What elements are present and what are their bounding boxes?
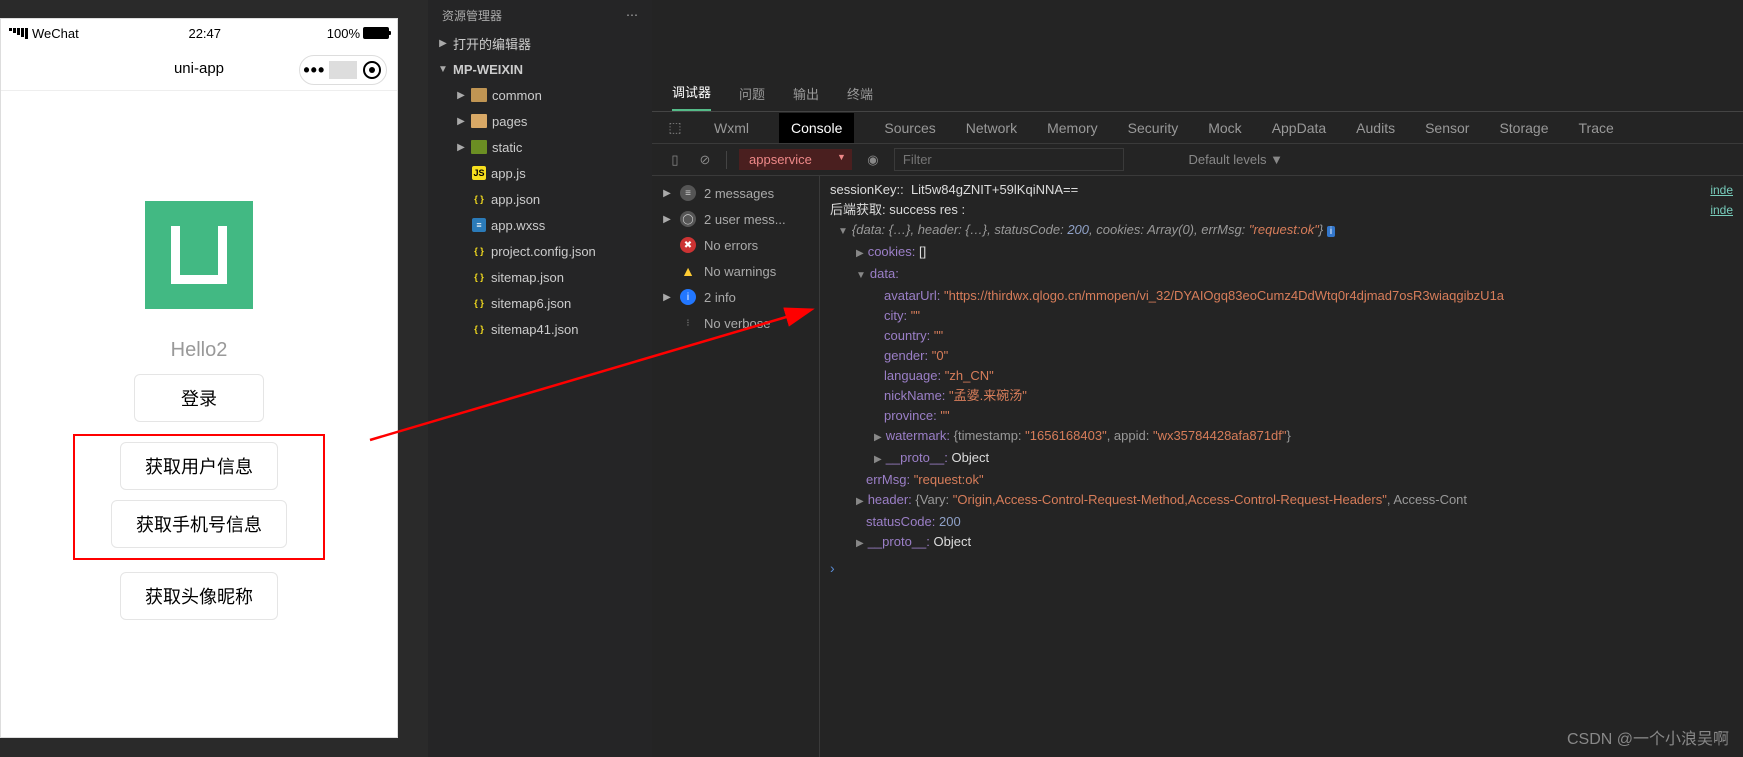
app-logo bbox=[145, 201, 253, 309]
source-link[interactable]: inde bbox=[1710, 180, 1733, 200]
sub-tab[interactable]: AppData bbox=[1272, 120, 1326, 136]
sidebar-toggle-icon[interactable]: ▯ bbox=[666, 151, 684, 169]
sub-tab[interactable]: Audits bbox=[1356, 120, 1395, 136]
sub-tab[interactable]: Sources bbox=[884, 120, 935, 136]
phone-simulator: WeChat 22:47 100% uni-app ••• Hello2 登录 … bbox=[0, 18, 398, 738]
console-prompt[interactable]: › bbox=[820, 554, 1743, 582]
carrier-label: WeChat bbox=[32, 26, 79, 41]
tree-item[interactable]: JSapp.js bbox=[428, 160, 652, 186]
filter-row[interactable]: ✖No errors bbox=[652, 232, 819, 258]
filter-row[interactable]: ▶≡2 messages bbox=[652, 180, 819, 206]
close-target-icon[interactable] bbox=[357, 61, 386, 79]
page-title: uni-app bbox=[174, 60, 224, 77]
filter-row[interactable]: ▶i2 info bbox=[652, 284, 819, 310]
get-phone-button[interactable]: 获取手机号信息 bbox=[111, 500, 287, 548]
tree-item[interactable]: ▶common bbox=[428, 82, 652, 108]
console-output[interactable]: sessionKey:: Lit5w84gZNIT+59lKqiNNA==ind… bbox=[820, 176, 1743, 757]
nav-bar: uni-app ••• bbox=[1, 47, 397, 91]
sub-tab[interactable]: Trace bbox=[1579, 120, 1614, 136]
source-link[interactable]: inde bbox=[1710, 200, 1733, 220]
filter-row[interactable]: ⁝No verbose bbox=[652, 310, 819, 336]
watermark: CSDN @一个小浪吴啊 bbox=[1567, 725, 1729, 749]
sub-tab[interactable]: Network bbox=[966, 120, 1017, 136]
tree-item[interactable]: { }project.config.json bbox=[428, 238, 652, 264]
sub-tab[interactable]: Storage bbox=[1499, 120, 1548, 136]
devtools-panel: 调试器 问题 输出 终端 ⬚ Wxml Console Sources Network Mem… bbox=[652, 0, 1743, 757]
clock-label: 22:47 bbox=[188, 26, 221, 41]
filter-row[interactable]: ▲No warnings bbox=[652, 258, 819, 284]
login-button[interactable]: 登录 bbox=[134, 374, 264, 422]
tree-item[interactable]: ▶pages bbox=[428, 108, 652, 134]
sub-tabs: ⬚ Wxml Console Sources Network Memory Securit… bbox=[652, 112, 1743, 144]
get-avatar-button[interactable]: 获取头像昵称 bbox=[120, 572, 278, 620]
sub-tab[interactable]: Mock bbox=[1208, 120, 1241, 136]
tree-item[interactable]: { }sitemap.json bbox=[428, 264, 652, 290]
sub-tab[interactable]: Memory bbox=[1047, 120, 1098, 136]
console-sidebar: ▶≡2 messages▶◯2 user mess...✖No errors▲N… bbox=[652, 176, 820, 757]
explorer-more-icon[interactable]: ⋯ bbox=[626, 8, 638, 22]
top-tab[interactable]: 问题 bbox=[739, 84, 765, 111]
inspect-icon[interactable]: ⬚ bbox=[666, 119, 684, 137]
eye-icon[interactable]: ◉ bbox=[864, 151, 882, 169]
context-select[interactable]: appservice bbox=[739, 149, 852, 170]
tree-item[interactable]: ▶static bbox=[428, 134, 652, 160]
capsule[interactable]: ••• bbox=[299, 55, 387, 85]
explorer-panel: 资源管理器 ⋯ ▶打开的编辑器 ▼MP-WEIXIN ▶common▶pages▶… bbox=[428, 0, 652, 757]
top-tab[interactable]: 调试器 bbox=[672, 82, 711, 111]
status-bar: WeChat 22:47 100% bbox=[1, 19, 397, 47]
signal-icon bbox=[9, 28, 28, 39]
sub-tab[interactable]: Sensor bbox=[1425, 120, 1469, 136]
tree-item[interactable]: { }sitemap41.json bbox=[428, 316, 652, 342]
sub-tab[interactable]: Console bbox=[779, 113, 854, 143]
tree-item[interactable]: { }app.json bbox=[428, 186, 652, 212]
project-root[interactable]: ▼MP-WEIXIN bbox=[428, 56, 652, 82]
top-tabs: 调试器 问题 输出 终端 bbox=[652, 76, 1743, 112]
filter-input[interactable] bbox=[894, 148, 1124, 171]
clear-icon[interactable]: ⊘ bbox=[696, 151, 714, 169]
annotation-box: 获取用户信息 获取手机号信息 bbox=[73, 434, 325, 560]
hello-label: Hello2 bbox=[1, 339, 397, 362]
console-toolbar: ▯ ⊘ appservice ◉ Default levels ▼ bbox=[652, 144, 1743, 176]
sub-tab[interactable]: Wxml bbox=[714, 120, 749, 136]
explorer-title: 资源管理器 bbox=[442, 7, 502, 24]
open-editors-section[interactable]: ▶打开的编辑器 bbox=[428, 30, 652, 56]
tree-item[interactable]: { }sitemap6.json bbox=[428, 290, 652, 316]
sub-tab[interactable]: Security bbox=[1128, 120, 1179, 136]
filter-row[interactable]: ▶◯2 user mess... bbox=[652, 206, 819, 232]
top-tab[interactable]: 输出 bbox=[793, 84, 819, 111]
battery-pct: 100% bbox=[327, 26, 360, 41]
top-tab[interactable]: 终端 bbox=[847, 84, 873, 111]
battery-icon bbox=[363, 27, 389, 39]
log-levels[interactable]: Default levels ▼ bbox=[1188, 152, 1283, 167]
tree-item[interactable]: ≡app.wxss bbox=[428, 212, 652, 238]
more-icon[interactable]: ••• bbox=[300, 61, 329, 79]
get-user-button[interactable]: 获取用户信息 bbox=[120, 442, 278, 490]
